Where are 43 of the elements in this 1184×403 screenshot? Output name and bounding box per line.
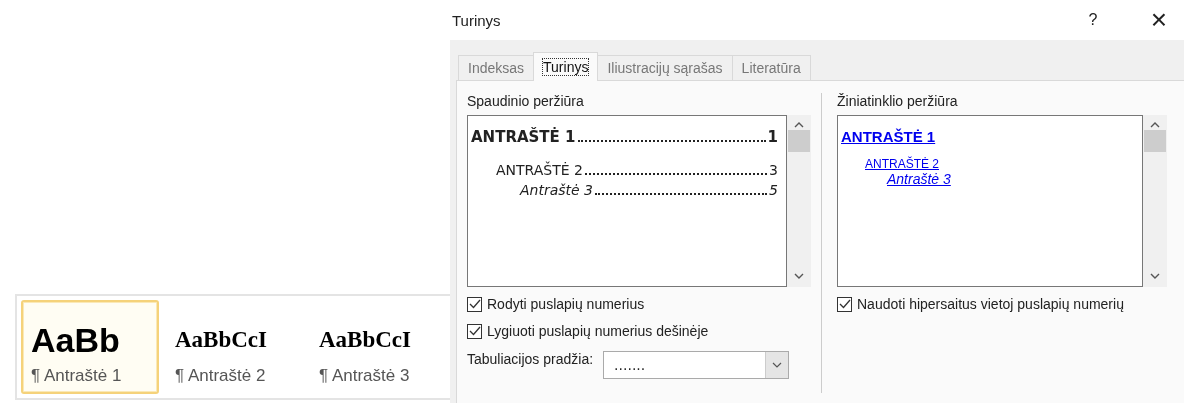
scroll-up-icon[interactable] bbox=[794, 122, 804, 128]
heading-link[interactable]: Antraštė 3 bbox=[887, 171, 951, 187]
style-sample: AaBbCcI bbox=[175, 326, 267, 354]
checkbox-label: Lygiuoti puslapių numerius dešinėje bbox=[487, 323, 709, 339]
checkbox[interactable] bbox=[467, 296, 482, 312]
heading-link[interactable]: ANTRAŠTĖ 1 bbox=[841, 128, 936, 145]
page-number: 1 bbox=[767, 128, 778, 146]
style-name: ¶ Antraštė 3 bbox=[319, 366, 410, 386]
style-name: ¶ Antraštė 1 bbox=[31, 366, 122, 386]
page-number: 3 bbox=[769, 162, 778, 178]
style-sample: AaBbCcI bbox=[319, 326, 411, 354]
chevron-icon bbox=[772, 362, 783, 368]
scroll-thumb[interactable] bbox=[788, 130, 810, 152]
scroll-thumb[interactable] bbox=[1144, 130, 1166, 152]
section-label: Spaudinio peržiūra bbox=[467, 93, 584, 109]
style-sample: AaBb bbox=[31, 320, 120, 361]
scroll-down-icon[interactable] bbox=[1150, 273, 1160, 279]
toc-heading: Antraštė 3 bbox=[520, 182, 594, 198]
style-item[interactable]: AaBb ¶ Antraštė 1 bbox=[21, 300, 159, 394]
checkbox[interactable] bbox=[467, 323, 482, 339]
scroll-up-icon[interactable] bbox=[1150, 122, 1160, 128]
field-label: Tabuliacijos pradžia: bbox=[467, 351, 594, 367]
section-label: Žiniatinklio peržiūra bbox=[837, 93, 958, 109]
toc-heading: ANTRAŠTĖ 1 bbox=[471, 128, 576, 146]
scroll-down-icon[interactable] bbox=[794, 273, 804, 279]
checkbox-label: Rodyti puslapių numerius bbox=[487, 296, 645, 312]
style-item[interactable]: AaBbCcI ¶ Antraštė 3 bbox=[309, 300, 447, 394]
window-title: Turinys bbox=[452, 11, 502, 29]
checkbox[interactable] bbox=[837, 296, 852, 312]
style-item[interactable]: AaBbCcI ¶ Antraštė 2 bbox=[165, 300, 303, 394]
scrollbar[interactable] bbox=[787, 115, 811, 287]
tab[interactable]: Literatūra bbox=[731, 55, 811, 80]
page-number: 5 bbox=[769, 182, 778, 198]
toc-heading: ANTRAŠTĖ 2 bbox=[496, 162, 583, 178]
style-name: ¶ Antraštė 2 bbox=[175, 366, 266, 386]
tab[interactable]: Indeksas bbox=[458, 55, 535, 80]
help-button[interactable]: ? bbox=[1078, 11, 1108, 29]
tab[interactable]: Turinys bbox=[533, 52, 599, 81]
scrollbar[interactable] bbox=[1143, 115, 1167, 287]
close-button[interactable]: × bbox=[1144, 4, 1174, 36]
heading-link[interactable]: ANTRAŠTĖ 2 bbox=[865, 157, 939, 171]
tab-leader-dropdown[interactable]: ....... bbox=[603, 351, 790, 379]
checkbox-label: Naudoti hipersaitus vietoj puslapių numerių bbox=[857, 296, 1124, 312]
